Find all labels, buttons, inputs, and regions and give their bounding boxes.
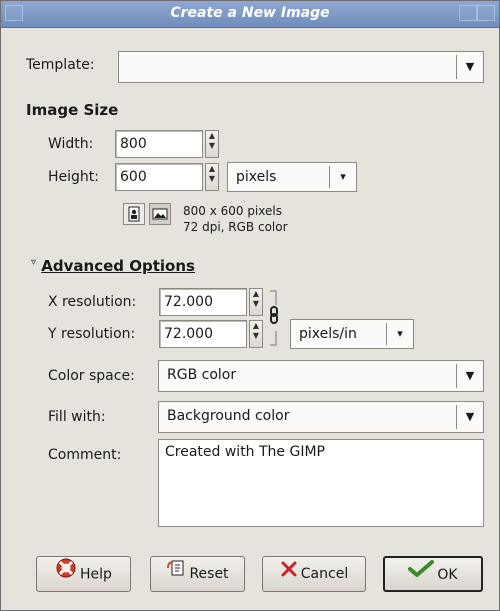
combo-separator	[456, 364, 457, 388]
x-resolution-label: X resolution:	[48, 294, 137, 310]
advanced-options-heading: Advanced Options	[41, 257, 195, 275]
create-image-dialog: Create a New Image Template: ▼ Image Siz…	[0, 0, 500, 611]
height-input[interactable]: 600	[115, 163, 203, 191]
chevron-down-icon: ▾	[340, 170, 346, 183]
y-resolution-input[interactable]: 72.000	[159, 320, 247, 348]
reset-icon	[166, 557, 186, 591]
size-unit-combo[interactable]: pixels ▾	[227, 162, 357, 192]
x-resolution-spinner[interactable]: ▲ ▼	[249, 288, 263, 316]
width-input[interactable]: 800	[115, 130, 203, 158]
checkmark-icon	[408, 558, 435, 592]
chevron-down-icon: ▼	[465, 410, 475, 423]
y-resolution-spinner[interactable]: ▲ ▼	[249, 320, 263, 348]
expander-arrow-icon: ▿	[31, 257, 37, 268]
template-combo[interactable]: ▼	[118, 51, 484, 83]
height-label: Height:	[48, 169, 99, 185]
help-label: Help	[80, 566, 112, 583]
chain-link-button[interactable]	[266, 287, 282, 353]
resolution-unit-combo[interactable]: pixels/in ▾	[290, 319, 414, 349]
width-label: Width:	[48, 136, 94, 152]
lifebuoy-icon	[55, 557, 77, 592]
combo-separator	[456, 405, 457, 429]
landscape-button[interactable]	[149, 203, 171, 225]
combo-separator	[386, 323, 387, 345]
title-bar[interactable]: Create a New Image	[1, 1, 499, 28]
chevron-down-icon: ▼	[465, 60, 475, 73]
template-label: Template:	[26, 57, 95, 73]
comment-textarea[interactable]: Created with The GIMP	[158, 439, 484, 527]
reset-button[interactable]: Reset	[150, 556, 245, 592]
y-resolution-label: Y resolution:	[48, 326, 136, 342]
chevron-down-icon: ▾	[397, 327, 403, 340]
comment-label: Comment:	[48, 447, 122, 463]
reset-label: Reset	[189, 566, 229, 582]
cancel-button[interactable]: Cancel	[262, 556, 366, 592]
ok-label: OK	[437, 567, 458, 583]
fill-with-combo[interactable]: Background color ▼	[158, 401, 484, 433]
help-button[interactable]: Help	[36, 556, 131, 592]
color-space-combo[interactable]: RGB color ▼	[158, 360, 484, 392]
image-info-resolution: 72 dpi, RGB color	[183, 220, 288, 234]
fill-with-label: Fill with:	[48, 409, 106, 425]
maximize-button[interactable]	[459, 5, 477, 21]
advanced-options-expander[interactable]: ▿ Advanced Options	[31, 257, 195, 275]
fill-with-value: Background color	[167, 408, 290, 424]
cancel-label: Cancel	[300, 566, 349, 582]
x-resolution-input[interactable]: 72.000	[159, 288, 247, 316]
combo-separator	[456, 55, 457, 79]
x-icon	[280, 557, 298, 591]
height-spinner[interactable]: ▲ ▼	[205, 163, 219, 191]
portrait-icon	[128, 206, 140, 222]
close-button[interactable]	[477, 5, 495, 21]
portrait-button[interactable]	[123, 203, 145, 225]
combo-separator	[329, 166, 330, 188]
chevron-down-icon: ▼	[465, 369, 475, 382]
window-title: Create a New Image	[170, 5, 330, 21]
ok-button[interactable]: OK	[383, 556, 483, 592]
image-info-dimensions: 800 x 600 pixels	[183, 204, 283, 218]
image-size-heading: Image Size	[26, 101, 119, 119]
image-info: 800 x 600 pixels 72 dpi, RGB color	[183, 203, 288, 235]
color-space-label: Color space:	[48, 368, 135, 384]
color-space-value: RGB color	[167, 367, 237, 383]
chain-icon	[270, 290, 278, 346]
landscape-icon	[152, 208, 168, 220]
width-spinner[interactable]: ▲ ▼	[205, 130, 219, 158]
